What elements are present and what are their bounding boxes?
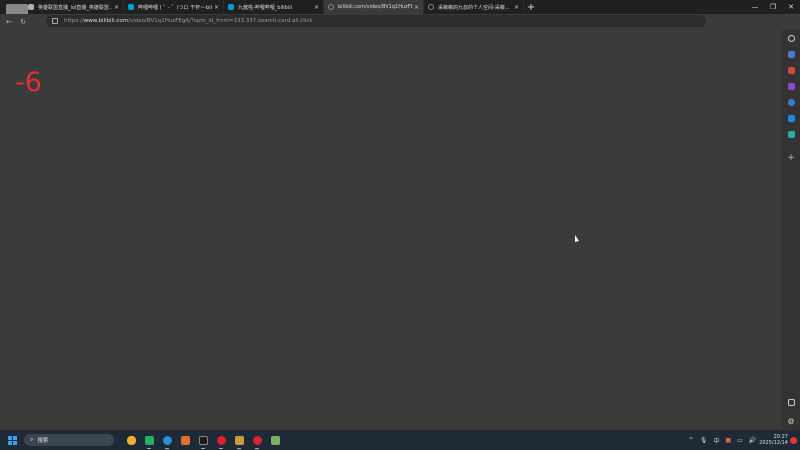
mouse-cursor-icon <box>575 235 579 242</box>
tab-4-active[interactable]: bilibili.com/video/BV1q1HuzFEgA × <box>324 0 424 14</box>
refresh-icon[interactable]: ↻ <box>16 15 30 29</box>
sidebar-toolbox-icon[interactable] <box>782 62 800 78</box>
tab-close-icon[interactable]: × <box>214 4 219 11</box>
sidebar-settings-icon[interactable]: ⚙ <box>782 413 800 429</box>
url-prefix: https:// <box>64 18 84 24</box>
address-bar-row: ← ↻ https://www.bilibili.com/video/BV1q1… <box>0 14 800 40</box>
taskbar-app-edge-icon[interactable] <box>158 430 176 450</box>
loading-icon <box>328 4 334 10</box>
tab-favicon-icon <box>28 4 34 10</box>
tray-lang-indicator[interactable]: 中 <box>713 436 719 445</box>
sidebar-send-icon[interactable] <box>782 126 800 142</box>
taskbar-app-widget-icon[interactable] <box>122 430 140 450</box>
tray-display-icon[interactable]: ▭ <box>737 437 743 444</box>
minimize-button[interactable]: — <box>746 0 764 14</box>
taskbar-app-music-icon[interactable] <box>248 430 266 450</box>
tab-title: 九酱啦-哔哩哔哩_bilibili <box>238 4 292 11</box>
sidebar-search-icon[interactable] <box>782 30 800 46</box>
tab-title: 哔哩哔哩 ( ゜- ゜)つロ 干杯~-bili... <box>138 4 212 11</box>
taskbar-app-game-icon[interactable] <box>176 430 194 450</box>
sidebar-screen-icon[interactable] <box>782 394 800 410</box>
close-window-button[interactable]: ✕ <box>782 0 800 14</box>
taskbar-app-terminal-icon[interactable] <box>194 430 212 450</box>
tab-favicon-icon <box>128 4 134 10</box>
taskbar-apps <box>122 430 284 450</box>
page-content: -6 <box>0 30 782 430</box>
back-icon[interactable]: ← <box>2 15 16 29</box>
taskbar-app-netease-icon[interactable] <box>212 430 230 450</box>
tab-2[interactable]: 哔哩哔哩 ( ゜- ゜)つロ 干杯~-bili... × <box>124 0 224 14</box>
url-path: /video/BV1q1HuzFEgA/?spm_id_from=333.337… <box>128 18 313 24</box>
new-tab-button[interactable]: + <box>524 2 538 13</box>
clock-date: 2025/12/14 <box>759 440 788 446</box>
taskbar-app-lol-icon[interactable] <box>230 430 248 450</box>
sidebar-tag-icon[interactable] <box>782 46 800 62</box>
tab-close-icon[interactable]: × <box>314 4 319 11</box>
taskbar-app-wechat-icon[interactable] <box>140 430 158 450</box>
start-button[interactable] <box>2 430 22 450</box>
search-icon: ⌕ <box>30 436 34 443</box>
tab-close-icon[interactable]: × <box>114 4 119 11</box>
window-controls: — ❐ ✕ <box>746 0 800 14</box>
tab-3[interactable]: 九酱啦-哔哩哔哩_bilibili × <box>224 0 324 14</box>
search-label: 搜索 <box>37 438 49 444</box>
tray-app-icon[interactable]: ■ <box>725 437 731 444</box>
url-text: https://www.bilibili.com/video/BV1q1HuzF… <box>64 18 313 24</box>
sidebar-people-icon[interactable] <box>782 78 800 94</box>
tab-1[interactable]: 英雄联盟直播_lol直播_英雄联盟... × <box>24 0 124 14</box>
notification-badge-icon[interactable] <box>790 437 797 444</box>
big-number-text: -6 <box>15 67 42 98</box>
tab-close-icon[interactable]: × <box>514 4 519 11</box>
maximize-button[interactable]: ❐ <box>764 0 782 14</box>
tray-chevron-up-icon[interactable]: ^ <box>689 437 694 444</box>
edge-sidebar: + ⚙ <box>782 30 800 430</box>
tab-5[interactable]: 采薇薇的九叔的个人空间-采薇... × <box>424 0 524 14</box>
sidebar-copilot-icon[interactable] <box>782 94 800 110</box>
lock-icon <box>52 18 58 24</box>
tab-bar: 53535760 英雄联盟直播_lol直播_英雄联盟... × 哔哩哔哩 ( ゜… <box>0 0 800 23</box>
tray-volume-icon[interactable]: 🔊 <box>749 437 756 444</box>
tab-close-icon[interactable]: × <box>414 4 419 11</box>
taskbar-search-box[interactable]: ⌕ 搜索 <box>24 434 114 446</box>
system-tray: ^ 🎙 中 ■ ▭ 🔊 20:27 2025/12/14 <box>686 430 800 450</box>
taskbar-app-other-icon[interactable] <box>266 430 284 450</box>
sidebar-outlook-icon[interactable] <box>782 110 800 126</box>
tray-mic-icon[interactable]: 🎙 <box>700 437 708 444</box>
loading-icon <box>428 4 434 10</box>
url-host: www.bilibili.com <box>83 18 129 24</box>
url-field[interactable]: https://www.bilibili.com/video/BV1q1HuzF… <box>46 15 706 27</box>
tab-title: 采薇薇的九叔的个人空间-采薇... <box>438 4 510 11</box>
taskbar: ⌕ 搜索 ^ 🎙 中 ■ ▭ 🔊 20:27 2025/12/14 <box>0 430 800 450</box>
windows-logo-icon <box>7 435 17 445</box>
tab-title: bilibili.com/video/BV1q1HuzFEgA <box>338 4 412 10</box>
tab-title: 英雄联盟直播_lol直播_英雄联盟... <box>38 4 112 11</box>
tab-favicon-icon <box>228 4 234 10</box>
sidebar-add-icon[interactable]: + <box>782 150 800 166</box>
taskbar-clock[interactable]: 20:27 2025/12/14 <box>759 434 788 446</box>
